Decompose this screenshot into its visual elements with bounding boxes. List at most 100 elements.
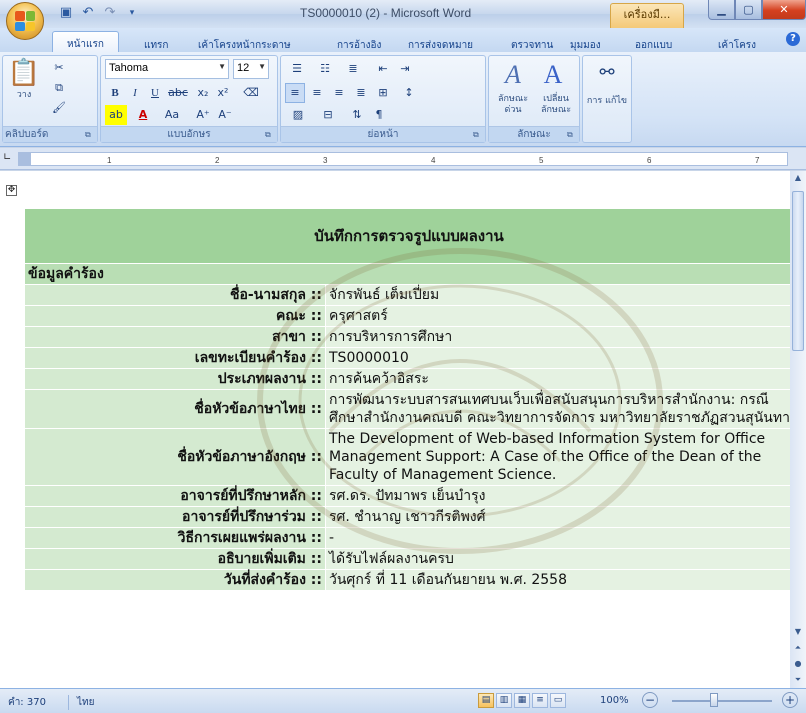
document-page[interactable]: ✥ บันทึกการตรวจรูปแบบผลงาน ข้อมูลคำร้อง …: [0, 171, 790, 688]
shrink-font-icon[interactable]: A⁻: [215, 105, 235, 125]
tab-view[interactable]: มุมมอง: [570, 38, 601, 53]
strikethrough-icon[interactable]: abc: [165, 83, 191, 103]
customize-qat-icon[interactable]: ▾: [124, 5, 140, 21]
zoom-slider[interactable]: [672, 700, 772, 702]
select-browse-object-icon[interactable]: ●: [791, 657, 805, 671]
scroll-down-icon[interactable]: ▼: [791, 625, 805, 639]
web-layout-icon[interactable]: ▦: [514, 693, 530, 708]
show-formatting-icon[interactable]: ¶: [369, 105, 389, 125]
tab-layout[interactable]: เค้าโครง: [718, 38, 756, 53]
clipboard-launcher-icon[interactable]: ⧉: [85, 130, 95, 140]
distributed-icon[interactable]: ⊞: [373, 83, 393, 103]
previous-page-icon[interactable]: ⏶: [791, 641, 805, 655]
undo-icon[interactable]: ↶: [80, 5, 96, 21]
tab-selector-icon[interactable]: ∟: [3, 152, 15, 164]
horizontal-ruler[interactable]: ∟ 1 2 3 4 5 6 7: [0, 148, 806, 170]
ruler-tick: 7: [755, 156, 760, 165]
save-icon[interactable]: ▣: [58, 5, 74, 21]
clear-formatting-icon[interactable]: ⌫: [241, 83, 261, 103]
minimize-button[interactable]: ▁: [708, 0, 735, 20]
format-painter-icon[interactable]: 🖌: [49, 98, 69, 118]
change-case-icon[interactable]: Aa: [157, 105, 187, 125]
table-row: บันทึกการตรวจรูปแบบผลงาน: [25, 209, 790, 263]
document-table[interactable]: บันทึกการตรวจรูปแบบผลงาน ข้อมูลคำร้อง ชื…: [24, 208, 790, 591]
full-screen-reading-icon[interactable]: ▥: [496, 693, 512, 708]
tab-design[interactable]: ออกแบบ: [635, 38, 672, 53]
font-name-combo[interactable]: Tahoma ▼: [105, 59, 229, 79]
section-heading: ข้อมูลคำร้อง: [25, 264, 790, 284]
paste-label[interactable]: วาง: [7, 90, 41, 101]
borders-icon[interactable]: ⊟: [315, 105, 341, 125]
bullets-icon[interactable]: ☰: [285, 59, 309, 79]
table-row: ชื่อหัวข้อภาษาอังกฤษ :: The Development o…: [25, 429, 790, 485]
zoom-out-icon[interactable]: −: [642, 692, 658, 708]
line-spacing-icon[interactable]: ↕: [399, 83, 419, 103]
vertical-scrollbar[interactable]: ▲ ▼ ⏶ ● ⏷: [790, 171, 806, 688]
print-layout-view-icon[interactable]: ▤: [478, 693, 494, 708]
close-button[interactable]: ✕: [762, 0, 806, 20]
zoom-in-icon[interactable]: +: [782, 692, 798, 708]
numbering-icon[interactable]: ☷: [313, 59, 337, 79]
sort-icon[interactable]: ⇅: [347, 105, 367, 125]
align-left-icon[interactable]: ≡: [285, 83, 305, 103]
superscript-icon[interactable]: x²: [213, 83, 233, 103]
zoom-level[interactable]: 100%: [600, 695, 629, 706]
find-binoculars-icon[interactable]: ⚯: [593, 60, 621, 86]
tab-home[interactable]: หน้าแรก: [52, 31, 119, 52]
table-row: ชื่อ-นามสกุล :: จักรพันธ์ เต็มเปี่ยม: [25, 285, 790, 305]
cut-icon[interactable]: ✂: [49, 58, 69, 78]
office-button[interactable]: [6, 2, 44, 40]
highlight-icon[interactable]: ab: [105, 105, 127, 125]
scroll-thumb[interactable]: [792, 191, 804, 351]
quick-styles-label[interactable]: ลักษณะ ด่วน: [491, 94, 535, 116]
table-move-handle-icon[interactable]: ✥: [6, 185, 17, 196]
ribbon-tabs: หน้าแรก แทรก เค้าโครงหน้ากระดาษ การอ้างอ…: [0, 28, 806, 52]
language-indicator[interactable]: ไทย: [68, 695, 94, 710]
tab-review[interactable]: ตรวจทาน: [511, 38, 553, 53]
grow-font-icon[interactable]: A⁺: [193, 105, 213, 125]
paragraph-launcher-icon[interactable]: ⧉: [473, 130, 483, 140]
draft-view-icon[interactable]: ▭: [550, 693, 566, 708]
editing-label[interactable]: การ แก้ไข: [585, 96, 629, 107]
font-size-combo[interactable]: 12 ▼: [233, 59, 269, 79]
font-group-label: แบบอักษร: [101, 126, 277, 142]
shading-icon[interactable]: ▨: [285, 105, 311, 125]
next-page-icon[interactable]: ⏷: [791, 673, 805, 687]
table-row: ข้อมูลคำร้อง: [25, 264, 790, 284]
styles-launcher-icon[interactable]: ⧉: [567, 130, 577, 140]
table-tools-context-tab[interactable]: เครื่องมื...: [610, 3, 684, 28]
table-row: ประเภทผลงาน :: การค้นคว้าอิสระ: [25, 369, 790, 389]
increase-indent-icon[interactable]: ⇥: [395, 59, 415, 79]
align-right-icon[interactable]: ≡: [329, 83, 349, 103]
subscript-icon[interactable]: x₂: [193, 83, 213, 103]
tab-references[interactable]: การอ้างอิง: [337, 38, 381, 53]
underline-icon[interactable]: U: [145, 83, 165, 103]
tab-page-layout[interactable]: เค้าโครงหน้ากระดาษ: [198, 38, 291, 53]
redo-icon[interactable]: ↷: [102, 5, 118, 21]
zoom-slider-thumb[interactable]: [710, 693, 718, 707]
help-icon[interactable]: ?: [786, 32, 800, 46]
copy-icon[interactable]: ⧉: [49, 78, 69, 98]
ruler-tick: 4: [431, 156, 436, 165]
change-styles-label[interactable]: เปลี่ยน ลักษณะ: [533, 94, 579, 116]
quick-styles-icon[interactable]: A: [495, 60, 531, 90]
change-styles-icon[interactable]: A: [535, 60, 571, 90]
italic-icon[interactable]: I: [125, 83, 145, 103]
tab-mailings[interactable]: การส่งจดหมาย: [408, 38, 473, 53]
field-label: สาขา ::: [25, 327, 325, 347]
decrease-indent-icon[interactable]: ⇤: [373, 59, 393, 79]
bold-icon[interactable]: B: [105, 83, 125, 103]
styles-group: A A ลักษณะ ด่วน เปลี่ยน ลักษณะ ลักษณะ ⧉: [488, 55, 580, 143]
field-label: อาจารย์ที่ปรึกษาร่วม ::: [25, 507, 325, 527]
justify-icon[interactable]: ≣: [351, 83, 371, 103]
scroll-up-icon[interactable]: ▲: [791, 171, 805, 185]
tab-insert[interactable]: แทรก: [144, 38, 168, 53]
multilevel-list-icon[interactable]: ≣: [341, 59, 365, 79]
align-center-icon[interactable]: ≡: [307, 83, 327, 103]
outline-view-icon[interactable]: ≡: [532, 693, 548, 708]
font-color-icon[interactable]: A: [133, 105, 153, 125]
maximize-button[interactable]: ▢: [735, 0, 762, 20]
word-count[interactable]: คำ: 370: [8, 695, 46, 710]
paste-icon[interactable]: 📋: [7, 58, 41, 88]
font-launcher-icon[interactable]: ⧉: [265, 130, 275, 140]
